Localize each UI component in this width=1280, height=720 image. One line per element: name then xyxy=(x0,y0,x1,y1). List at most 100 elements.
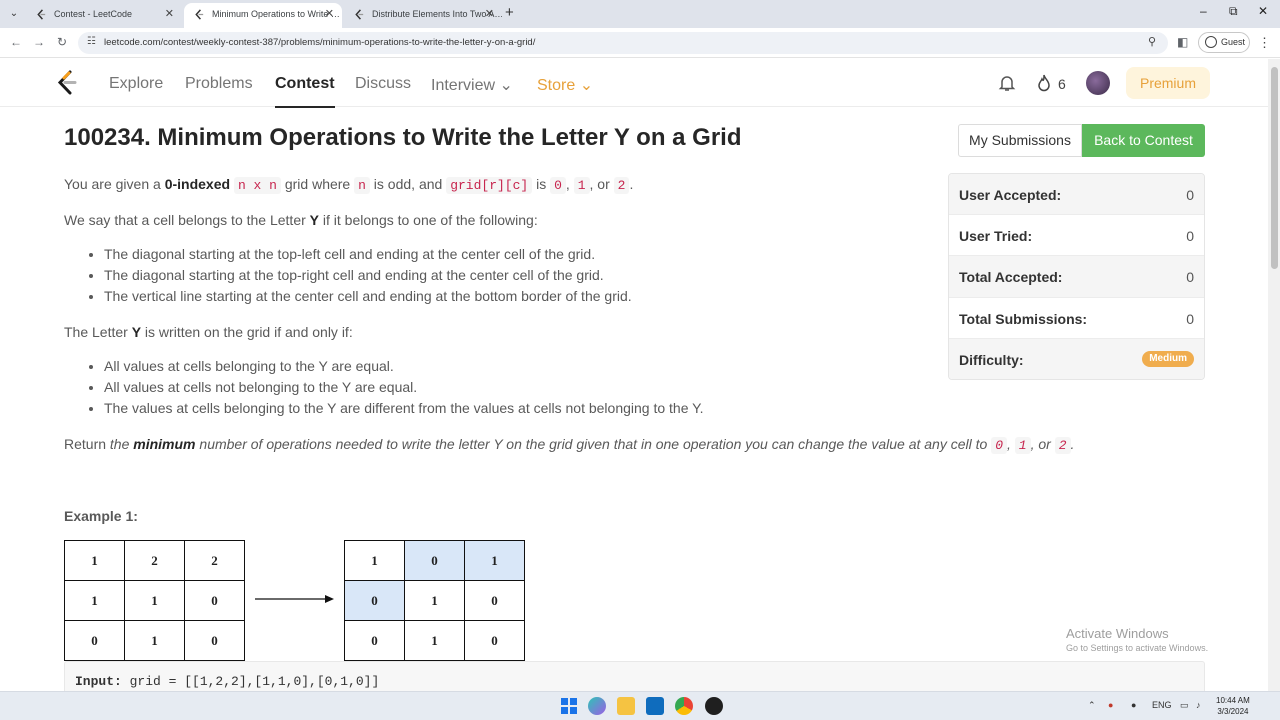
omnibox[interactable]: ☷ leetcode.com/contest/weekly-contest-38… xyxy=(78,32,1168,54)
tab-search-icon[interactable]: ⌄ xyxy=(6,6,22,22)
restore-icon[interactable]: ⧉ xyxy=(1229,4,1238,19)
microphone-icon[interactable]: ● xyxy=(1131,700,1136,710)
nav-discuss[interactable]: Discuss xyxy=(355,75,411,93)
file-explorer-icon[interactable] xyxy=(617,697,635,715)
browser-tab-bar: ⌄ Contest - LeetCode ✕ Minimum Operation… xyxy=(0,0,1280,28)
text: We say that a cell belongs to the Letter xyxy=(64,212,310,228)
nav-explore[interactable]: Explore xyxy=(109,75,163,93)
watermark-line-1: Activate Windows xyxy=(1066,626,1169,641)
nav-interview[interactable]: Interview ⌄ xyxy=(431,75,513,95)
nav-problems[interactable]: Problems xyxy=(185,75,253,93)
grid-cell-highlighted: 1 xyxy=(464,540,525,581)
difficulty-badge: Medium xyxy=(1142,350,1194,367)
side-panel-icon[interactable]: ◧ xyxy=(1177,35,1188,49)
volume-icon[interactable]: ♪ xyxy=(1196,700,1201,710)
tab-close-icon[interactable]: ✕ xyxy=(165,3,174,26)
profile-icon xyxy=(1205,36,1217,48)
inline-code: grid[r][c] xyxy=(446,177,533,194)
grid-cell-highlighted: 0 xyxy=(344,580,405,621)
stat-value: 0 xyxy=(1186,228,1194,245)
stat-label: Total Submissions: xyxy=(959,310,1088,327)
browser-tab-label: Minimum Operations to Write … xyxy=(212,9,340,19)
reload-icon[interactable]: ↻ xyxy=(57,35,67,49)
mail-icon[interactable] xyxy=(646,697,664,715)
transform-arrow-icon xyxy=(255,595,334,603)
watermark-line-2: Go to Settings to activate Windows. xyxy=(1066,643,1209,653)
zoom-icon[interactable]: ⚲ xyxy=(1148,35,1156,48)
description-paragraph-1: You are given a 0-indexed n x n grid whe… xyxy=(64,176,634,194)
text: is xyxy=(532,176,551,192)
wifi-icon[interactable]: ▭ xyxy=(1180,700,1189,711)
problem-stats-panel: User Accepted: 0 User Tried: 0 Total Accep… xyxy=(948,173,1205,380)
obs-icon[interactable] xyxy=(705,697,723,715)
list-item: All values at cells not belonging to the… xyxy=(104,377,704,398)
stat-row: Total Submissions: 0 xyxy=(949,298,1204,339)
browser-menu-icon[interactable]: ⋮ xyxy=(1258,35,1271,51)
grid-cell: 0 xyxy=(184,580,245,621)
scrollbar-thumb[interactable] xyxy=(1271,67,1278,269)
bold-text: 0-indexed xyxy=(164,176,231,192)
leetcode-logo-icon[interactable] xyxy=(56,70,80,96)
bold-text: minimum xyxy=(133,436,196,452)
system-clock[interactable]: 10:44 AM 3/3/2024 xyxy=(1216,695,1250,717)
clock-time: 10:44 AM xyxy=(1216,696,1250,705)
leetcode-navbar: Explore Problems Contest Discuss Intervi… xyxy=(0,59,1268,108)
grid-cell: 0 xyxy=(464,620,525,661)
inline-code: 1 xyxy=(573,177,590,194)
text: . xyxy=(629,176,634,192)
windows-start-icon[interactable] xyxy=(560,697,578,715)
tray-overflow-icon[interactable]: ⌃ xyxy=(1088,700,1096,711)
tab-close-icon[interactable]: ✕ xyxy=(485,3,494,26)
browser-tab-distribute[interactable]: Distribute Elements Into Two A… ✕ xyxy=(344,3,502,28)
language-indicator[interactable]: ENG xyxy=(1152,700,1172,710)
description-paragraph-2: We say that a cell belongs to the Letter… xyxy=(64,212,538,228)
example-grid-after: 101 010 010 xyxy=(344,540,525,661)
bold-text: Y xyxy=(309,212,320,228)
stat-row: User Accepted: 0 xyxy=(949,174,1204,216)
activate-windows-watermark: Activate Windows Go to Settings to activ… xyxy=(1066,626,1208,653)
list-item: The vertical line starting at the center… xyxy=(104,286,632,307)
inline-code: 2 xyxy=(1054,437,1071,454)
grid-cell: 1 xyxy=(124,620,185,661)
grid-cell: 1 xyxy=(404,580,465,621)
stat-value: 0 xyxy=(1186,269,1194,286)
browser-tab-problem[interactable]: Minimum Operations to Write … ✕ xyxy=(184,3,342,28)
tray-app-icon[interactable]: ● xyxy=(1108,700,1113,710)
text: Return xyxy=(64,436,110,452)
browser-address-bar: ← → ↻ ☷ leetcode.com/contest/weekly-cont… xyxy=(0,28,1280,58)
list-item: The values at cells belonging to the Y a… xyxy=(104,398,704,419)
back-arrow-icon[interactable]: ← xyxy=(10,35,22,49)
page-scrollbar[interactable] xyxy=(1268,59,1280,691)
url-text[interactable]: leetcode.com/contest/weekly-contest-387/… xyxy=(104,37,535,48)
minimize-icon[interactable]: – xyxy=(1200,4,1207,18)
premium-button[interactable]: Premium xyxy=(1126,67,1210,99)
avatar[interactable] xyxy=(1086,71,1110,95)
description-paragraph-3: The Letter Y is written on the grid if a… xyxy=(64,324,353,340)
my-submissions-button[interactable]: My Submissions xyxy=(958,124,1082,157)
window-close-icon[interactable]: ✕ xyxy=(1258,4,1268,18)
browser-tab-label: Contest - LeetCode xyxy=(54,9,133,19)
back-to-contest-button[interactable]: Back to Contest xyxy=(1082,124,1205,157)
new-tab-icon[interactable]: + xyxy=(505,4,514,21)
inline-code: 2 xyxy=(613,177,630,194)
grid-cell: 1 xyxy=(404,620,465,661)
text: is odd, and xyxy=(369,176,447,192)
example-input-text: Input: grid = [[1,2,2],[1,1,0],[0,1,0]] xyxy=(75,674,379,689)
chrome-icon[interactable] xyxy=(675,697,693,715)
leetcode-favicon-icon xyxy=(355,9,364,20)
browser-tab-contest[interactable]: Contest - LeetCode ✕ xyxy=(26,3,182,28)
bell-icon[interactable] xyxy=(998,74,1016,92)
nav-contest[interactable]: Contest xyxy=(275,75,335,108)
forward-arrow-icon[interactable]: → xyxy=(33,35,45,49)
copilot-icon[interactable] xyxy=(588,697,606,715)
text: . xyxy=(1070,436,1075,452)
stat-label: User Accepted: xyxy=(959,187,1062,203)
profile-button[interactable]: Guest xyxy=(1198,32,1250,53)
tab-close-icon[interactable]: ✕ xyxy=(325,3,334,26)
text: , xyxy=(565,176,574,192)
site-settings-icon[interactable]: ☷ xyxy=(87,36,96,47)
inline-code: 0 xyxy=(550,177,566,194)
nav-store[interactable]: Store ⌄ xyxy=(537,75,593,95)
streak-fire-icon[interactable] xyxy=(1036,74,1052,92)
profile-label: Guest xyxy=(1221,37,1246,47)
